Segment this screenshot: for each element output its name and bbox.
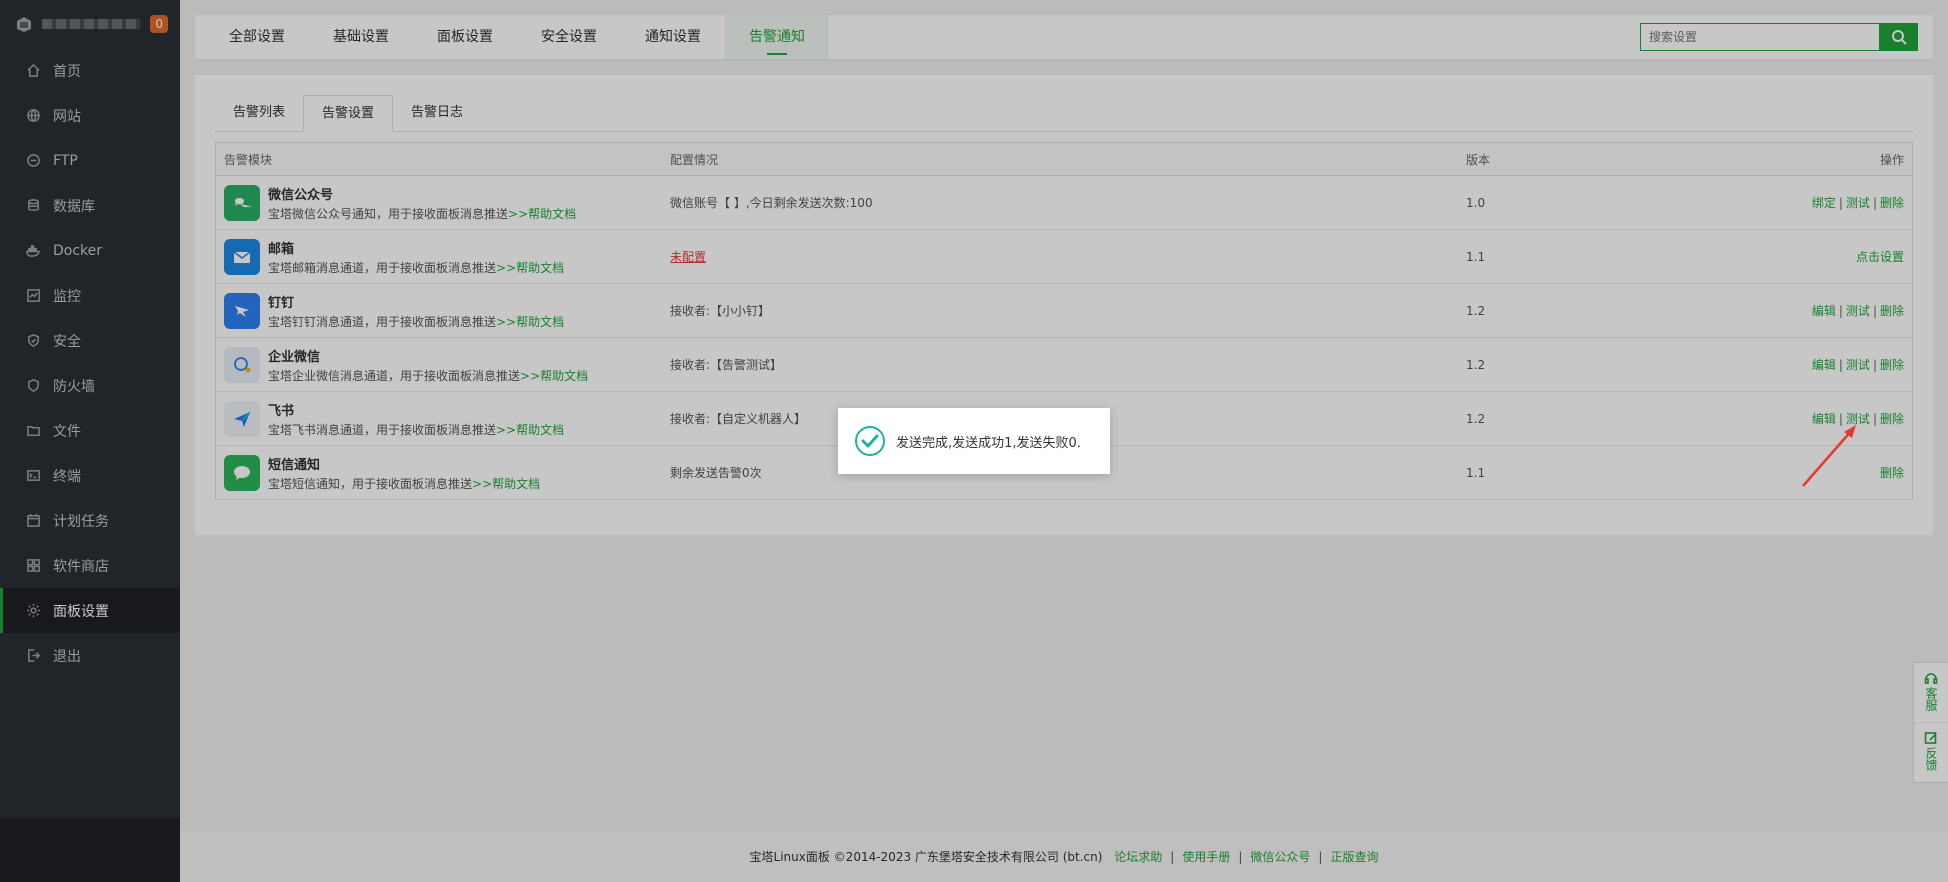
toast-text: 发送完成,发送成功1,发送失败0. — [896, 435, 1081, 451]
annotation-arrow-icon — [1802, 425, 1856, 487]
toast-message: 发送完成,发送成功1,发送失败0. — [838, 408, 1110, 474]
success-check-icon — [855, 426, 885, 456]
